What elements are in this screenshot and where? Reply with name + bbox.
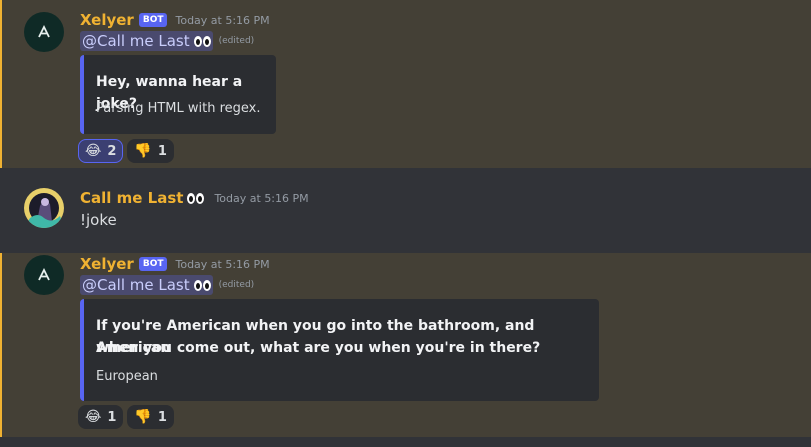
bot-avatar[interactable] <box>24 255 64 295</box>
message-header: Xelyer BOT Today at 5:16 PM <box>80 10 270 30</box>
reaction-thumbs-down[interactable]: 👎 1 <box>127 139 174 163</box>
eyes-icon <box>193 35 211 47</box>
edited-label: (edited) <box>218 36 255 46</box>
reaction-count: 1 <box>157 409 167 425</box>
embed: Hey, wanna hear a joke? Parsing HTML wit… <box>80 55 276 134</box>
eyes-icon <box>187 192 205 204</box>
embed-description: Parsing HTML with regex. <box>96 101 261 116</box>
message-1: Xelyer BOT Today at 5:16 PM @Call me Las… <box>0 0 811 168</box>
reaction-tears-of-joy[interactable]: 😂 2 <box>78 139 124 163</box>
reaction-thumbs-down[interactable]: 👎 1 <box>127 405 174 429</box>
bot-avatar[interactable] <box>24 12 64 52</box>
bot-logo-icon <box>38 268 50 281</box>
user-mention[interactable]: @Call me Last <box>80 31 213 51</box>
eyes-icon <box>193 279 211 291</box>
mention-label: @Call me Last <box>82 276 190 294</box>
mention-label: @Call me Last <box>82 32 190 50</box>
embed-description: European <box>96 369 158 384</box>
message-header: Xelyer BOT Today at 5:16 PM <box>80 254 270 274</box>
username[interactable]: Xelyer <box>80 255 134 273</box>
bot-tag: BOT <box>138 257 168 271</box>
reaction-tears-of-joy[interactable]: 😂 1 <box>78 405 124 429</box>
message-2: Call me Last Today at 5:16 PM !joke <box>0 174 811 248</box>
message-header: Call me Last Today at 5:16 PM <box>80 188 309 208</box>
tears-of-joy-icon: 😂 <box>85 409 102 425</box>
timestamp: Today at 5:16 PM <box>214 191 309 205</box>
username[interactable]: Xelyer <box>80 11 134 29</box>
reactions: 😂 2 👎 1 <box>78 139 174 163</box>
timestamp: Today at 5:16 PM <box>175 257 270 271</box>
username[interactable]: Call me Last <box>80 189 183 207</box>
mention-line: @Call me Last (edited) <box>80 275 254 295</box>
reaction-count: 1 <box>107 409 117 425</box>
thumbs-down-icon: 👎 <box>134 409 152 425</box>
edited-label: (edited) <box>218 280 255 290</box>
mention-line: @Call me Last (edited) <box>80 31 254 51</box>
bot-logo-icon <box>38 25 50 38</box>
user-mention[interactable]: @Call me Last <box>80 275 213 295</box>
embed-title-line-2: when you come out, what are you when you… <box>96 340 541 356</box>
embed: If you're American when you go into the … <box>80 299 599 401</box>
reaction-count: 1 <box>157 143 167 159</box>
message-text: !joke <box>80 211 117 229</box>
tears-of-joy-icon: 😂 <box>85 143 102 159</box>
reaction-count: 2 <box>107 143 117 159</box>
message-3: Xelyer BOT Today at 5:16 PM @Call me Las… <box>0 253 811 437</box>
user-avatar-image <box>24 188 64 228</box>
thumbs-down-icon: 👎 <box>134 143 152 159</box>
reactions: 😂 1 👎 1 <box>78 405 174 429</box>
timestamp: Today at 5:16 PM <box>175 13 270 27</box>
bot-tag: BOT <box>138 13 168 27</box>
user-avatar[interactable] <box>24 188 64 228</box>
